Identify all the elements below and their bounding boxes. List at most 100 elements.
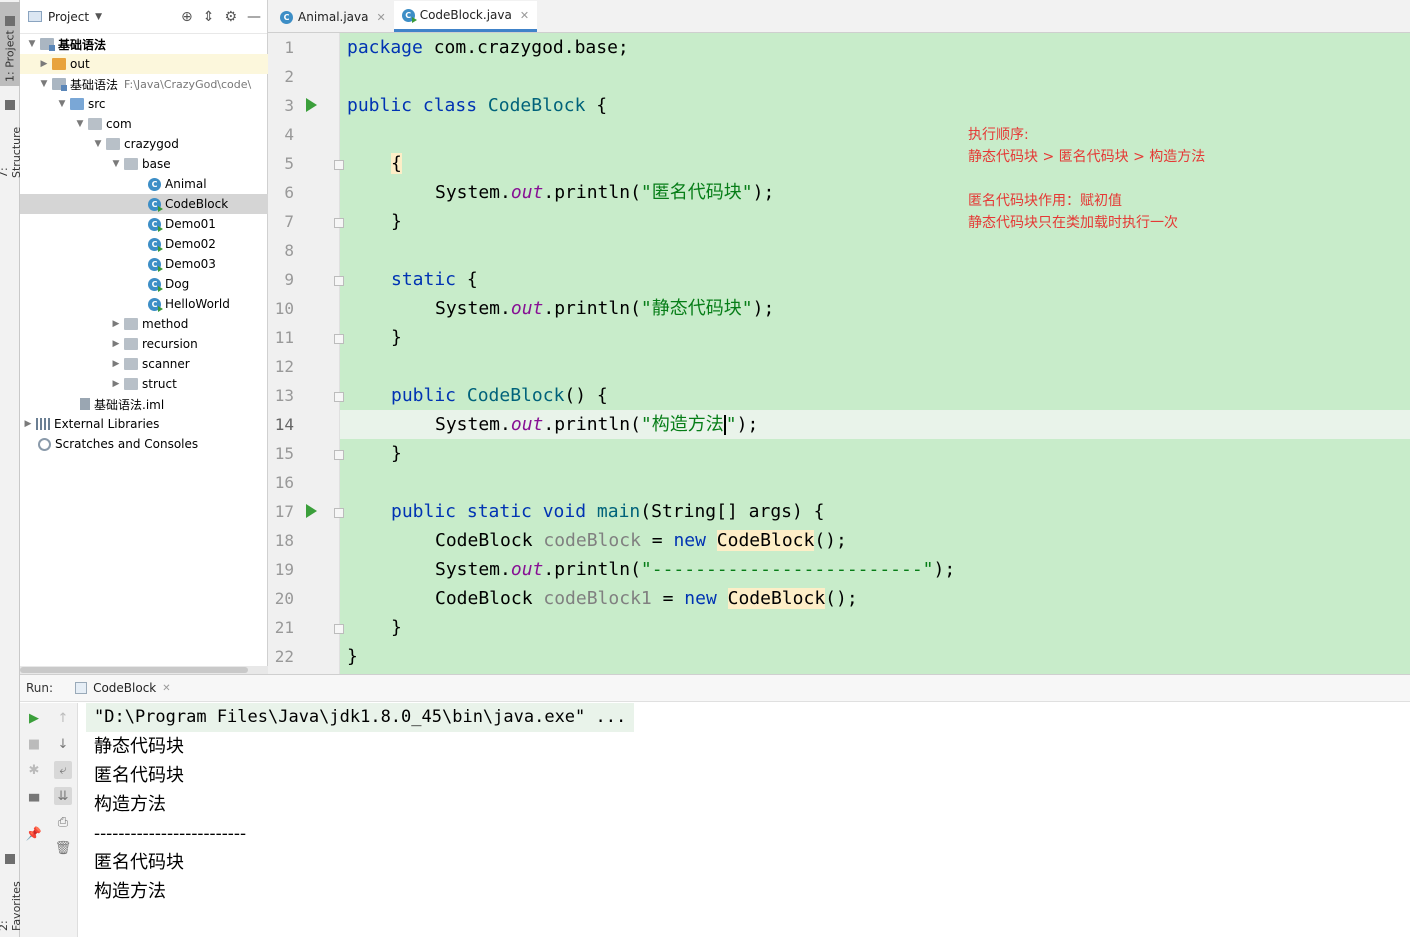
tree-item-demo01[interactable]: C Demo01 bbox=[20, 214, 268, 234]
expand-arrow-icon[interactable]: ▼ bbox=[108, 159, 124, 169]
tab-codeblock-java[interactable]: C CodeBlock.java ✕ bbox=[393, 1, 538, 32]
collapse-all-icon[interactable]: ⇕ bbox=[203, 9, 215, 25]
scroll-to-end-icon[interactable]: ⇊ bbox=[54, 787, 72, 805]
collapse-arrow-icon[interactable]: ▶ bbox=[20, 419, 36, 429]
close-icon[interactable]: ✕ bbox=[376, 11, 385, 24]
project-tab-icon bbox=[5, 16, 15, 27]
fold-marker-icon[interactable] bbox=[334, 624, 344, 634]
expand-arrow-icon[interactable]: ▼ bbox=[54, 99, 70, 109]
tree-item-src[interactable]: ▼ src bbox=[20, 94, 268, 114]
soft-wrap-icon[interactable]: ⤶ bbox=[54, 761, 72, 779]
tree-item-demo03[interactable]: C Demo03 bbox=[20, 254, 268, 274]
tree-item-animal[interactable]: C Animal bbox=[20, 174, 268, 194]
collapse-arrow-icon[interactable]: ▶ bbox=[108, 359, 124, 369]
project-view-selector[interactable]: Project bbox=[48, 10, 89, 24]
tree-item-label: CodeBlock bbox=[165, 197, 229, 211]
package-icon bbox=[88, 118, 102, 130]
tree-item-recursion[interactable]: ▶ recursion bbox=[20, 334, 268, 354]
pin-icon[interactable]: 📌 bbox=[25, 825, 43, 843]
tree-item-demo02[interactable]: C Demo02 bbox=[20, 234, 268, 254]
collapse-arrow-icon[interactable]: ▶ bbox=[36, 59, 52, 69]
tree-item-module[interactable]: ▼ 基础语法 F:\Java\CrazyGod\code\ bbox=[20, 74, 268, 94]
tree-item-label: method bbox=[142, 317, 189, 331]
tree-item-iml[interactable]: 基础语法.iml bbox=[20, 394, 268, 414]
project-tab-label: 1: Project bbox=[3, 30, 17, 82]
fold-marker-icon[interactable] bbox=[334, 450, 344, 460]
run-class-icon[interactable] bbox=[306, 98, 317, 112]
line-number: 11 bbox=[274, 328, 294, 347]
project-tool-tab[interactable]: 1: Project bbox=[0, 2, 20, 86]
tree-item-scratches[interactable]: Scratches and Consoles bbox=[20, 434, 268, 454]
tree-item-out[interactable]: ▶ out bbox=[20, 54, 268, 74]
favorites-tool-tab[interactable]: 2: Favorites bbox=[0, 850, 23, 935]
fold-marker-icon[interactable] bbox=[334, 334, 344, 344]
run-config-tab[interactable]: CodeBlock ✕ bbox=[75, 681, 171, 695]
console-line: 构造方法 bbox=[94, 881, 166, 902]
code-line-13: public CodeBlock() { bbox=[391, 385, 608, 406]
fold-marker-icon[interactable] bbox=[334, 160, 344, 170]
line-number: 22 bbox=[274, 647, 294, 666]
gear-icon[interactable]: ⚙ bbox=[224, 9, 237, 25]
scrollbar-thumb[interactable] bbox=[20, 667, 248, 673]
tool-window-stripe: 1: Project 7: Structure 2: Favorites bbox=[0, 0, 23, 937]
arrow-down-icon[interactable]: ↓ bbox=[54, 735, 72, 753]
code-line-22: } bbox=[347, 646, 358, 667]
rerun-icon[interactable]: ▶ bbox=[25, 709, 43, 727]
close-icon[interactable]: ✕ bbox=[520, 9, 529, 22]
chevron-down-icon[interactable]: ▼ bbox=[95, 12, 102, 22]
hide-icon[interactable]: — bbox=[247, 9, 261, 25]
line-number: 8 bbox=[284, 241, 294, 260]
project-horizontal-scrollbar[interactable] bbox=[20, 666, 268, 674]
editor-tab-bar: C Animal.java ✕ C CodeBlock.java ✕ bbox=[268, 0, 1410, 33]
fold-marker-icon[interactable] bbox=[334, 508, 344, 518]
expand-arrow-icon[interactable]: ▼ bbox=[24, 39, 40, 49]
collapse-arrow-icon[interactable]: ▶ bbox=[108, 339, 124, 349]
tree-item-dog[interactable]: C Dog bbox=[20, 274, 268, 294]
fold-marker-icon[interactable] bbox=[334, 392, 344, 402]
line-number: 6 bbox=[284, 183, 294, 202]
runnable-class-icon: C bbox=[148, 197, 163, 212]
trash-icon[interactable]: 🗑 bbox=[54, 839, 72, 857]
locate-icon[interactable]: ⊕ bbox=[181, 9, 193, 25]
runnable-class-icon: C bbox=[148, 237, 163, 252]
collapse-arrow-icon[interactable]: ▶ bbox=[108, 319, 124, 329]
tab-animal-java[interactable]: C Animal.java ✕ bbox=[272, 2, 394, 32]
collapse-arrow-icon[interactable]: ▶ bbox=[108, 379, 124, 389]
print-icon[interactable]: ⎙ bbox=[54, 813, 72, 831]
tree-item-com[interactable]: ▼ com bbox=[20, 114, 268, 134]
close-icon[interactable]: ✕ bbox=[162, 683, 170, 694]
tree-item-crazygod[interactable]: ▼ crazygod bbox=[20, 134, 268, 154]
run-main-icon[interactable] bbox=[306, 504, 317, 518]
tree-item-codeblock[interactable]: C CodeBlock bbox=[20, 194, 268, 214]
tree-item-struct[interactable]: ▶ struct bbox=[20, 374, 268, 394]
tree-item-label: HelloWorld bbox=[165, 297, 230, 311]
expand-arrow-icon[interactable]: ▼ bbox=[36, 79, 52, 89]
java-class-icon: C bbox=[280, 10, 293, 24]
expand-arrow-icon[interactable]: ▼ bbox=[90, 139, 106, 149]
tree-item-external-libraries[interactable]: ▶ External Libraries bbox=[20, 414, 268, 434]
fold-marker-icon[interactable] bbox=[334, 218, 344, 228]
console-line: 匿名代码块 bbox=[94, 852, 184, 873]
expand-arrow-icon[interactable]: ▼ bbox=[72, 119, 88, 129]
comment-note-order: 静态代码块 > 匿名代码块 > 构造方法 bbox=[968, 149, 1206, 165]
layout-icon[interactable]: ▀ bbox=[25, 793, 43, 811]
tree-item-scanner[interactable]: ▶ scanner bbox=[20, 354, 268, 374]
code-editor[interactable]: 1 2 3 4 5 6 7 8 9 10 11 12 13 14 15 16 17 18 19 20 21 22 pack… bbox=[268, 33, 1410, 674]
fold-marker-icon[interactable] bbox=[334, 276, 344, 286]
runnable-class-icon: C bbox=[148, 257, 163, 272]
debug-icon[interactable]: ✱ bbox=[25, 761, 43, 779]
console-output[interactable]: "D:\Program Files\Java\jdk1.8.0_45\bin\j… bbox=[86, 703, 1386, 906]
run-config-icon bbox=[75, 682, 88, 694]
tree-item-base[interactable]: ▼ base bbox=[20, 154, 268, 174]
stop-icon[interactable]: ■ bbox=[25, 735, 43, 753]
tree-item-method[interactable]: ▶ method bbox=[20, 314, 268, 334]
tree-item-label: base bbox=[142, 157, 171, 171]
tree-item-label: Demo01 bbox=[165, 217, 216, 231]
arrow-up-icon[interactable]: ↑ bbox=[54, 709, 72, 727]
structure-tool-tab[interactable]: 7: Structure bbox=[0, 96, 23, 182]
tree-item-module-root[interactable]: ▼ 基础语法 bbox=[20, 34, 268, 54]
tree-item-label: 基础语法 bbox=[58, 37, 107, 52]
tree-item-helloworld[interactable]: C HelloWorld bbox=[20, 294, 268, 314]
line-number: 7 bbox=[284, 212, 294, 231]
code-line-14: System.out.println("构造方法 "); bbox=[435, 414, 759, 435]
